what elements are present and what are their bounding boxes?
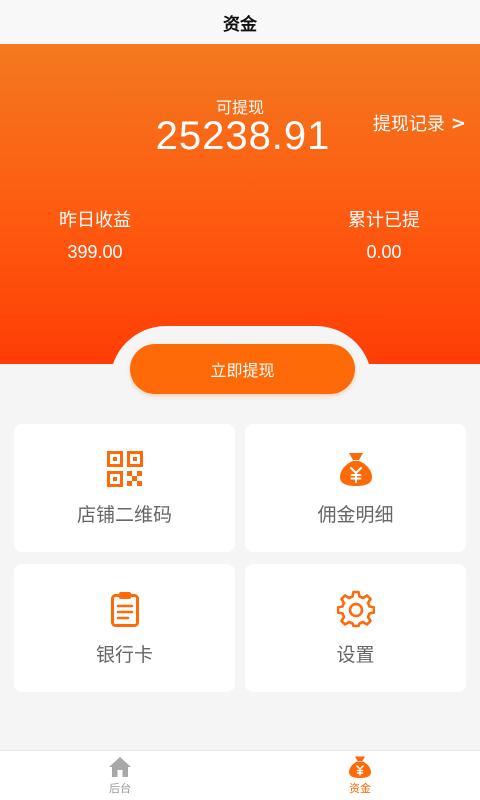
menu-card-commission[interactable]: 佣金明细 xyxy=(245,424,466,552)
menu-card-label: 店铺二维码 xyxy=(76,504,172,526)
total-withdrawn-label: 累计已提 xyxy=(348,210,420,231)
chevron-right-icon: > xyxy=(450,112,466,134)
total-withdrawn: 累计已提 0.00 xyxy=(334,206,434,263)
total-withdrawn-value: 0.00 xyxy=(366,242,402,262)
tab-funds[interactable]: 资金 xyxy=(240,751,480,800)
qr-code-icon xyxy=(106,451,143,487)
withdraw-records-link[interactable]: 提现记录 > xyxy=(373,110,466,136)
withdraw-now-button[interactable]: 立即提现 xyxy=(130,344,355,394)
menu-card-label: 佣金明细 xyxy=(317,504,394,526)
bottom-tab-bar: 后台 资金 xyxy=(0,750,480,800)
page-title: 资金 xyxy=(223,14,257,35)
tab-label: 资金 xyxy=(349,782,371,795)
yesterday-earnings-label: 昨日收益 xyxy=(59,210,131,231)
tab-dashboard[interactable]: 后台 xyxy=(0,751,240,800)
tab-label: 后台 xyxy=(109,782,131,795)
menu-card-store-qr[interactable]: 店铺二维码 xyxy=(14,424,235,552)
balance-panel: 可提现 25238.91 提现记录 > 昨日收益 399.00 累计已提 0.0… xyxy=(0,44,480,364)
menu-card-label: 银行卡 xyxy=(95,644,153,666)
home-icon xyxy=(109,757,131,777)
yesterday-earnings: 昨日收益 399.00 xyxy=(45,206,145,263)
menu-card-settings[interactable]: 设置 xyxy=(245,564,466,692)
menu-card-bank-card[interactable]: 银行卡 xyxy=(14,564,235,692)
clipboard-icon xyxy=(110,592,139,627)
gear-icon xyxy=(336,590,375,628)
nav-bar: 资金 xyxy=(0,0,480,44)
money-bag-icon xyxy=(349,756,371,778)
withdraw-records-label: 提现记录 xyxy=(372,114,445,135)
yesterday-earnings-value: 399.00 xyxy=(67,242,123,262)
menu-card-label: 设置 xyxy=(336,644,375,666)
money-bag-icon xyxy=(339,453,372,486)
